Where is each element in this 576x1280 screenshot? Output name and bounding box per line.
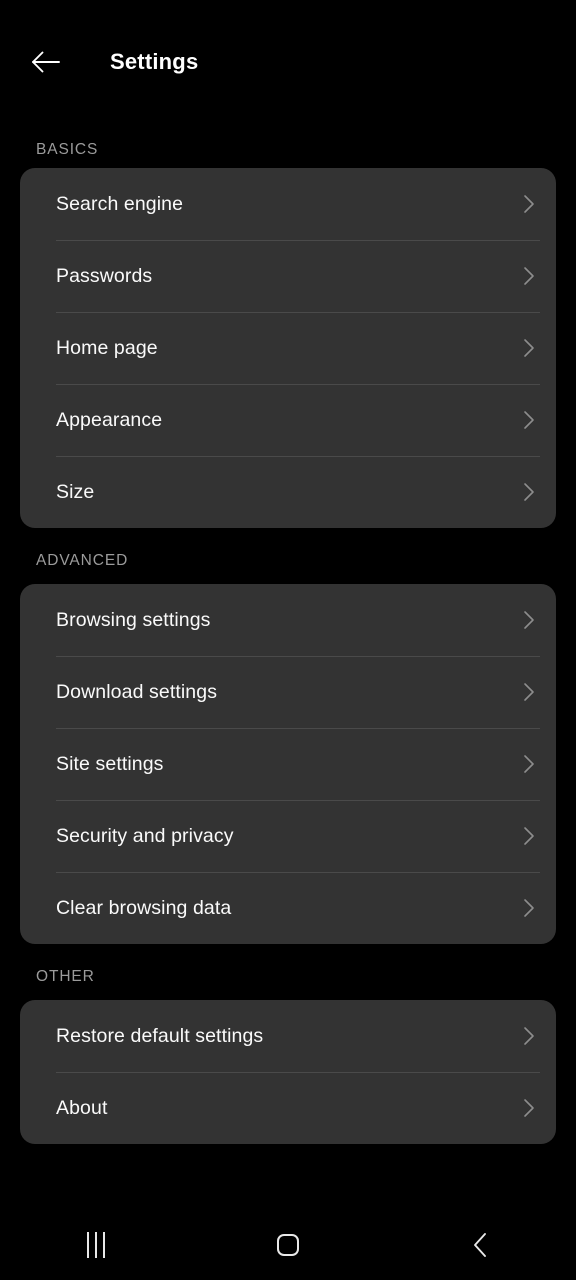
chevron-right-icon [524, 483, 534, 501]
list-item-label: Appearance [56, 408, 163, 431]
section-advanced: ADVANCED Browsing settings Download sett… [0, 532, 576, 944]
list-item-label: Search engine [56, 192, 184, 215]
list-item-label: Browsing settings [56, 608, 211, 631]
back-button[interactable] [24, 40, 68, 84]
settings-card-basics: Search engine Passwords Home page Appear… [20, 168, 556, 528]
arrow-left-icon [32, 51, 60, 73]
back-nav-button[interactable] [432, 1210, 528, 1280]
list-item-label: Security and privacy [56, 824, 234, 847]
recents-button[interactable] [48, 1210, 144, 1280]
home-button[interactable] [240, 1210, 336, 1280]
list-item-passwords[interactable]: Passwords [20, 240, 556, 312]
section-basics: BASICS Search engine Passwords Home page [0, 124, 576, 528]
chevron-right-icon [524, 899, 534, 917]
list-item-label: About [56, 1096, 108, 1119]
list-item-label: Passwords [56, 264, 153, 287]
list-item-label: Size [56, 480, 95, 503]
list-item-security-and-privacy[interactable]: Security and privacy [20, 800, 556, 872]
settings-card-advanced: Browsing settings Download settings Site… [20, 584, 556, 944]
app-bar: Settings [0, 0, 576, 124]
page-title: Settings [110, 49, 199, 74]
chevron-right-icon [524, 827, 534, 845]
home-icon [277, 1234, 299, 1256]
list-item-clear-browsing-data[interactable]: Clear browsing data [20, 872, 556, 944]
chevron-right-icon [524, 339, 534, 357]
list-item-label: Home page [56, 336, 158, 359]
settings-card-other: Restore default settings About [20, 1000, 556, 1144]
chevron-right-icon [524, 683, 534, 701]
chevron-right-icon [524, 267, 534, 285]
back-chevron-icon [474, 1233, 486, 1257]
list-item-size[interactable]: Size [20, 456, 556, 528]
section-header-other: OTHER [36, 968, 95, 985]
system-navigation-bar [0, 1210, 576, 1280]
list-item-restore-default-settings[interactable]: Restore default settings [20, 1000, 556, 1072]
chevron-right-icon [524, 1099, 534, 1117]
list-item-label: Download settings [56, 680, 218, 703]
recents-icon [87, 1232, 105, 1258]
chevron-right-icon [524, 1027, 534, 1045]
list-item-download-settings[interactable]: Download settings [20, 656, 556, 728]
list-item-label: Site settings [56, 752, 164, 775]
list-item-site-settings[interactable]: Site settings [20, 728, 556, 800]
list-item-home-page[interactable]: Home page [20, 312, 556, 384]
list-item-label: Restore default settings [56, 1024, 264, 1047]
list-item-label: Clear browsing data [56, 896, 232, 919]
chevron-right-icon [524, 755, 534, 773]
chevron-right-icon [524, 611, 534, 629]
section-header-basics: BASICS [36, 141, 99, 158]
chevron-right-icon [524, 195, 534, 213]
list-item-about[interactable]: About [20, 1072, 556, 1144]
section-header-advanced: ADVANCED [36, 552, 129, 569]
section-other: OTHER Restore default settings About [0, 948, 576, 1144]
list-item-browsing-settings[interactable]: Browsing settings [20, 584, 556, 656]
list-item-search-engine[interactable]: Search engine [20, 168, 556, 240]
settings-list: BASICS Search engine Passwords Home page [0, 124, 576, 1210]
chevron-right-icon [524, 411, 534, 429]
list-item-appearance[interactable]: Appearance [20, 384, 556, 456]
